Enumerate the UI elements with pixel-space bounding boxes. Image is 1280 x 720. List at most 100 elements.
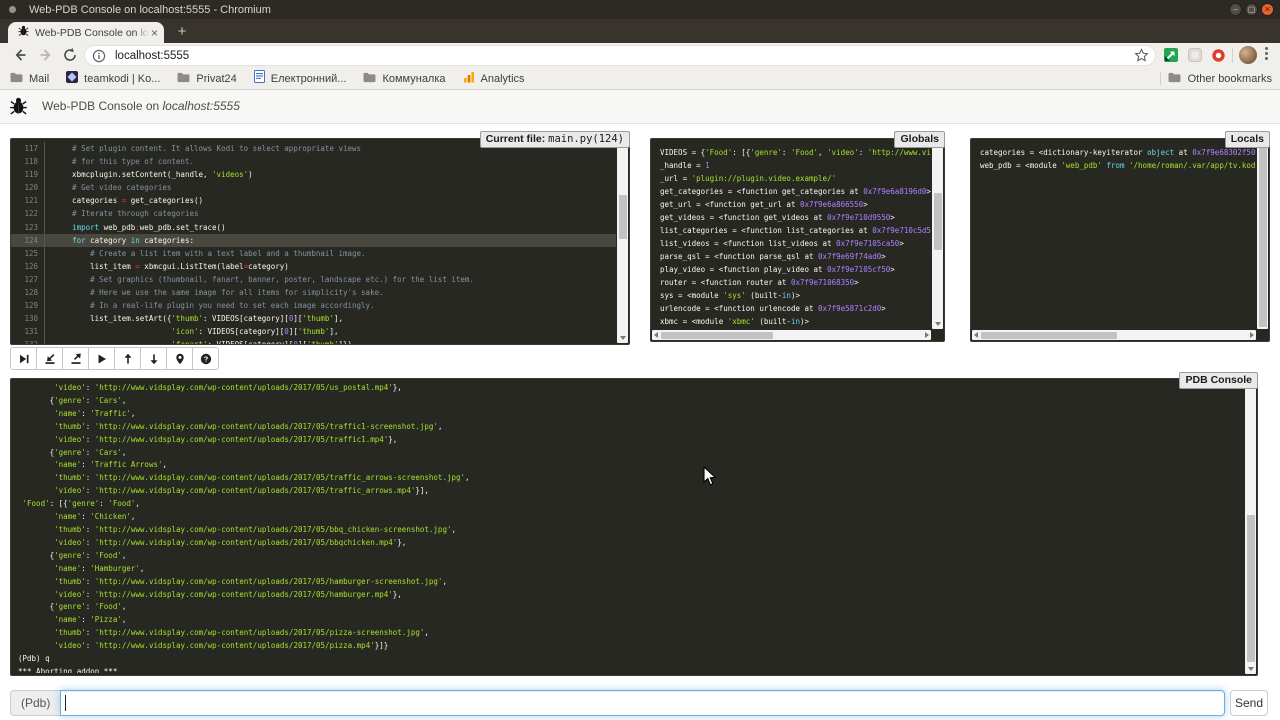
code-line: 125 # Create a list item with a text lab… xyxy=(11,247,616,260)
window-icon xyxy=(9,6,16,13)
console-line: 'video': 'http://www.vidsplay.com/wp-con… xyxy=(18,589,1244,602)
help-button[interactable]: ? xyxy=(192,347,219,370)
reload-icon[interactable] xyxy=(62,47,79,64)
console-line: 'video': 'http://www.vidsplay.com/wp-con… xyxy=(18,434,1244,447)
locals-horizontal-scrollbar[interactable] xyxy=(972,330,1256,340)
globals-line: get_categories = <function get_categorie… xyxy=(660,185,931,198)
console-line: {'genre': 'Food', xyxy=(18,601,1244,614)
next-button[interactable] xyxy=(10,347,37,370)
where-button[interactable] xyxy=(166,347,193,370)
folder-icon xyxy=(363,70,376,88)
bookmark-label: teamkodi | Ko... xyxy=(84,73,160,85)
mouse-cursor xyxy=(703,466,717,492)
globals-line: _handle = 1 xyxy=(660,159,931,172)
send-button[interactable]: Send xyxy=(1230,690,1268,716)
tab-close-icon[interactable]: × xyxy=(151,27,158,39)
pdb-prompt-label: (Pdb) xyxy=(10,690,60,716)
code-line: 126 list_item = xbmcgui.ListItem(label=c… xyxy=(11,260,616,273)
console-line: 'video': 'http://www.vidsplay.com/wp-con… xyxy=(18,537,1244,550)
profile-avatar[interactable] xyxy=(1239,46,1257,64)
window-controls: – ▢ ✕ xyxy=(1229,3,1274,16)
locals-vertical-scrollbar[interactable] xyxy=(1257,140,1268,329)
down-icon xyxy=(148,353,160,365)
globals-line: get_url = <function get_url at 0x7f9e6a8… xyxy=(660,198,931,211)
bookmarks-row: Mail teamkodi | Ko... Privat24 Електронний.… xyxy=(0,70,525,88)
globals-horizontal-scrollbar[interactable] xyxy=(652,330,931,340)
other-bookmarks[interactable]: Other bookmarks xyxy=(1160,68,1272,89)
code-vertical-scrollbar[interactable] xyxy=(617,140,628,343)
console-line: 'thumb': 'http://www.vidsplay.com/wp-con… xyxy=(18,421,1244,434)
console-line: {'genre': 'Cars', xyxy=(18,447,1244,460)
console-line: {'genre': 'Food', xyxy=(18,550,1244,563)
globals-lines: VIDEOS = {'Food': [{'genre': 'Food', 'vi… xyxy=(651,146,931,329)
code-line: 130 list_item.setArt({'thumb': VIDEOS[ca… xyxy=(11,312,616,325)
step-out-button[interactable] xyxy=(62,347,89,370)
globals-vertical-scrollbar[interactable] xyxy=(932,140,943,329)
folder-icon xyxy=(10,70,23,88)
close-button[interactable]: ✕ xyxy=(1261,3,1274,16)
step-into-button[interactable] xyxy=(36,347,63,370)
bug-favicon-icon xyxy=(18,24,29,42)
page-title: Web-PDB Console on localhost:5555 xyxy=(42,99,240,113)
folder-icon xyxy=(177,70,190,88)
command-input-bar: (Pdb) Send xyxy=(10,690,1268,716)
command-input[interactable] xyxy=(60,690,1225,716)
browser-tab[interactable]: Web-PDB Console on loca × xyxy=(8,22,164,43)
continue-button[interactable] xyxy=(88,347,115,370)
page-header: Web-PDB Console on localhost:5555 xyxy=(0,90,1280,124)
bookmark-label: Privat24 xyxy=(196,73,236,85)
bookmark-item-analytics[interactable]: Analytics xyxy=(463,70,525,88)
code-line: 123 import web_pdb;web_pdb.set_trace() xyxy=(11,221,616,234)
browser-toolbar: localhost:5555 xyxy=(0,43,1280,68)
bookmark-star-icon[interactable] xyxy=(1134,48,1149,68)
bookmark-item-коммуналка[interactable]: Коммуналка xyxy=(363,70,445,88)
bookmark-item-mail[interactable]: Mail xyxy=(10,70,49,88)
bookmark-item-електронний[interactable]: Електронний... xyxy=(254,70,347,88)
bookmark-item-privat24[interactable]: Privat24 xyxy=(177,70,236,88)
console-vertical-scrollbar[interactable] xyxy=(1245,380,1256,674)
doc-icon xyxy=(254,70,265,88)
window-titlebar: Web-PDB Console on localhost:5555 - Chro… xyxy=(0,0,1280,19)
continue-icon xyxy=(96,353,108,365)
current-file-name: main.py(124) xyxy=(548,133,624,145)
console-line: 'video': 'http://www.vidsplay.com/wp-con… xyxy=(18,640,1244,653)
minimize-button[interactable]: – xyxy=(1229,3,1242,16)
extension-red-icon[interactable] xyxy=(1211,48,1226,68)
console-line: {'genre': 'Cars', xyxy=(18,395,1244,408)
code-line: 121 categories = get_categories() xyxy=(11,194,616,207)
code-line: 118 # for this type of content. xyxy=(11,155,616,168)
code-line: 132 'fanart': VIDEOS[category][0]['thumb… xyxy=(11,338,616,344)
globals-line: router = <function router at 0x7f9e71068… xyxy=(660,276,931,289)
console-line: 'name': 'Hamburger', xyxy=(18,563,1244,576)
back-icon[interactable] xyxy=(12,47,29,64)
locals-panel: Locals categories = <dictionary-keyitera… xyxy=(970,138,1270,342)
pdb-console-label: PDB Console xyxy=(1179,372,1258,389)
folder-icon xyxy=(1168,70,1181,88)
new-tab-button[interactable]: + xyxy=(170,22,194,42)
locals-line: categories = <dictionary-keyiterator obj… xyxy=(980,146,1256,159)
address-bar[interactable]: localhost:5555 xyxy=(84,45,1156,66)
maximize-button[interactable]: ▢ xyxy=(1245,3,1258,16)
console-line: 'name': 'Pizza', xyxy=(18,614,1244,627)
screen: Web-PDB Console on localhost:5555 - Chro… xyxy=(0,0,1280,720)
kodi-icon xyxy=(66,70,78,88)
locals-label: Locals xyxy=(1225,131,1270,148)
extension-gray-icon[interactable] xyxy=(1188,48,1202,67)
bookmark-item-teamkodi-ko[interactable]: teamkodi | Ko... xyxy=(66,70,160,88)
globals-line: VIDEOS = {'Food': [{'genre': 'Food', 'vi… xyxy=(660,146,931,159)
browser-menu-icon[interactable] xyxy=(1264,47,1268,60)
globals-line: urlencode = <function urlencode at 0x7f9… xyxy=(660,302,931,315)
down-button[interactable] xyxy=(140,347,167,370)
globals-line: get_videos = <function get_videos at 0x7… xyxy=(660,211,931,224)
code-line: 131 'icon': VIDEOS[category][0]['thumb']… xyxy=(11,325,616,338)
forward-icon[interactable] xyxy=(38,47,55,64)
web-pdb-bug-icon xyxy=(10,96,27,121)
window-title: Web-PDB Console on localhost:5555 - Chro… xyxy=(29,4,271,16)
up-button[interactable] xyxy=(114,347,141,370)
extension-green-icon[interactable] xyxy=(1164,48,1178,67)
site-info-icon[interactable] xyxy=(92,49,106,63)
code-line: 129 # In a real-life plugin you need to … xyxy=(11,299,616,312)
console-line: 'name': 'Traffic', xyxy=(18,408,1244,421)
tab-title: Web-PDB Console on loca xyxy=(35,27,149,39)
code-line: 120 # Get video categories xyxy=(11,181,616,194)
